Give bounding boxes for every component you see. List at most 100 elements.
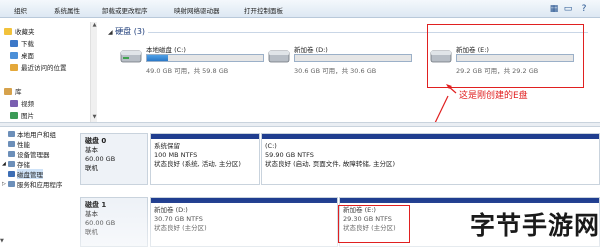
users-icon <box>8 131 15 137</box>
partition-title: 系统保留 <box>154 142 180 150</box>
partition-title: 新加卷 (D:) <box>154 206 188 214</box>
collapse-triangle-icon: ◢ <box>2 161 6 167</box>
disk-info[interactable]: 磁盘 1 基本 60.00 GB 联机 <box>80 197 148 247</box>
view-icon[interactable]: ▦ <box>548 3 560 15</box>
watermark-text: 字节手游网 <box>470 211 600 240</box>
scroll-up-arrow-icon[interactable]: ▲ <box>91 22 98 29</box>
tree-item-local-users[interactable]: 本地用户和组 <box>8 129 56 139</box>
favorites-label: 收藏夹 <box>15 28 35 36</box>
nav-item-videos[interactable]: 视频 <box>10 98 34 108</box>
partition-c[interactable]: (C:) 59.90 GB NTFS 状态良好 (启动, 页面文件, 故障转储,… <box>261 133 600 185</box>
disk-management-icon <box>8 171 15 177</box>
system-properties-button[interactable]: 系统属性 <box>54 5 80 15</box>
partition-size: 100 MB NTFS <box>154 151 198 159</box>
tree-item-performance[interactable]: 性能 <box>8 139 30 149</box>
library-icon <box>4 87 12 95</box>
storage-icon <box>7 161 15 167</box>
watermark-logo: 字节手游网 <box>470 205 599 243</box>
drive-free-space: 30.6 GB 可用，共 30.6 GB <box>294 67 377 75</box>
map-network-drive-button[interactable]: 映射网络驱动器 <box>174 5 220 15</box>
annotation-text: 这是刚创建的E盘 <box>459 91 528 101</box>
tree-item-storage[interactable]: ◢ 存储 <box>2 159 30 169</box>
drive-usage-fill <box>147 55 168 61</box>
navigation-pane: 收藏夹 下载 桌面 最近访问的位置 库 视频 图片 <box>0 18 92 122</box>
services-icon <box>7 181 15 187</box>
pictures-icon <box>10 111 18 119</box>
libraries-label: 库 <box>15 88 22 96</box>
group-header-label: 硬盘 (3) <box>115 27 146 36</box>
partition-d[interactable]: 新加卷 (D:) 30.70 GB NTFS 状态良好 (主分区) <box>150 197 338 247</box>
nav-item-label: 桌面 <box>21 52 34 60</box>
nav-item-label: 下载 <box>21 40 34 48</box>
expand-triangle-icon: ▷ <box>2 181 6 187</box>
organize-menu[interactable]: 组织 <box>14 5 27 15</box>
partition-header-bar <box>262 134 599 139</box>
nav-scrollbar[interactable]: ▲ ▼ <box>90 22 97 122</box>
tree-item-label: 磁盘管理 <box>17 169 43 179</box>
tree-item-label: 本地用户和组 <box>17 131 56 139</box>
drive-usage-bar <box>146 54 264 62</box>
disk-info[interactable]: 磁盘 0 基本 60.00 GB 联机 <box>80 133 148 185</box>
preview-pane-icon[interactable]: ▭ <box>562 3 574 15</box>
disk-size: 60.00 GB <box>85 219 116 227</box>
open-control-panel-button[interactable]: 打开控制面板 <box>244 5 283 15</box>
drive-d[interactable]: 新加卷 (D:) 30.6 GB 可用，共 30.6 GB <box>268 40 418 78</box>
tree-item-label: 性能 <box>17 141 30 149</box>
recent-places-icon <box>10 63 18 71</box>
e-partition-highlight-box <box>338 205 410 243</box>
partition-header-bar <box>340 198 599 203</box>
hard-drive-icon <box>120 50 142 63</box>
scroll-down-arrow-icon[interactable]: ▼ <box>0 238 8 246</box>
nav-item-recent-places[interactable]: 最近访问的位置 <box>10 62 67 72</box>
partition-status: 状态良好 (系统, 活动, 主分区) <box>154 160 241 168</box>
scroll-down-arrow-icon[interactable]: ▼ <box>91 114 98 121</box>
hard-disk-group-header[interactable]: ◢ 硬盘 (3) <box>108 26 145 37</box>
nav-item-label: 图片 <box>21 112 34 120</box>
disk-name: 磁盘 1 <box>85 201 107 209</box>
partition-size: 30.70 GB NTFS <box>154 215 203 223</box>
downloads-folder-icon <box>10 39 18 47</box>
partition-text: 系统保留 100 MB NTFS 状态良好 (系统, 活动, 主分区) <box>154 142 241 169</box>
e-drive-highlight-box <box>427 24 584 88</box>
disk-type: 基本 <box>85 146 98 154</box>
drive-free-space: 49.0 GB 可用，共 59.8 GB <box>146 67 229 75</box>
device-manager-icon <box>8 151 15 157</box>
tree-item-label: 存储 <box>16 161 30 169</box>
favorites-star-icon <box>4 27 12 35</box>
command-toolbar: 组织 系统属性 卸载或更改程序 映射网络驱动器 打开控制面板 ▦ ▭ ? <box>0 0 600 18</box>
tree-item-disk-management[interactable]: 磁盘管理 <box>8 169 43 179</box>
nav-item-label: 最近访问的位置 <box>21 64 67 72</box>
collapse-triangle-icon: ◢ <box>108 29 113 36</box>
tree-item-services-apps[interactable]: ▷ 服务和应用程序 <box>2 179 62 189</box>
disk-size: 60.00 GB <box>85 155 116 163</box>
tree-item-label: 服务和应用程序 <box>16 181 63 189</box>
disk-type: 基本 <box>85 210 98 218</box>
computer-management-screenshot: 组织 系统属性 卸载或更改程序 映射网络驱动器 打开控制面板 ▦ ▭ ? 收藏夹… <box>0 0 600 247</box>
partition-status: 状态良好 (主分区) <box>154 224 207 232</box>
nav-item-pictures[interactable]: 图片 <box>10 110 34 120</box>
drive-c[interactable]: 本地磁盘 (C:) 49.0 GB 可用，共 59.8 GB <box>120 40 270 78</box>
disk-status: 联机 <box>85 164 98 172</box>
favorites-header[interactable]: 收藏夹 <box>4 26 35 36</box>
hard-drive-icon <box>268 50 290 63</box>
nav-item-label: 视频 <box>21 100 34 108</box>
partition-text: 新加卷 (D:) 30.70 GB NTFS 状态良好 (主分区) <box>154 206 207 233</box>
partition-size: 59.90 GB NTFS <box>265 151 314 159</box>
nav-item-desktop[interactable]: 桌面 <box>10 50 34 60</box>
libraries-header[interactable]: 库 <box>4 86 22 96</box>
disk-status: 联机 <box>85 228 98 236</box>
help-icon[interactable]: ? <box>578 3 590 15</box>
partition-header-bar <box>151 198 337 203</box>
performance-icon <box>8 141 15 147</box>
disk-name: 磁盘 0 <box>85 137 107 145</box>
partition-status: 状态良好 (启动, 页面文件, 故障转储, 主分区) <box>265 160 396 168</box>
partition-title: (C:) <box>265 142 277 150</box>
tree-item-device-manager[interactable]: 设备管理器 <box>8 149 50 159</box>
partition-system-reserved[interactable]: 系统保留 100 MB NTFS 状态良好 (系统, 活动, 主分区) <box>150 133 260 185</box>
tree-item-label: 设备管理器 <box>17 151 50 159</box>
desktop-icon <box>10 51 18 59</box>
nav-item-downloads[interactable]: 下载 <box>10 38 34 48</box>
uninstall-program-button[interactable]: 卸载或更改程序 <box>102 5 148 15</box>
partition-text: (C:) 59.90 GB NTFS 状态良好 (启动, 页面文件, 故障转储,… <box>265 142 395 169</box>
drive-usage-bar <box>294 54 412 62</box>
